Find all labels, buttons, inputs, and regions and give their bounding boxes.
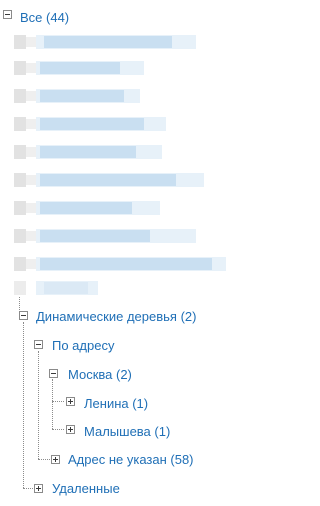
tree-node-label[interactable]: Ленина (1) (84, 396, 148, 411)
list-item (14, 87, 236, 105)
tree-connector (23, 322, 24, 488)
tree-node-label[interactable]: По адресу (52, 338, 114, 353)
collapse-icon[interactable] (49, 369, 58, 378)
list-item (14, 279, 236, 297)
tree-connector (52, 379, 53, 429)
list-item (14, 227, 236, 245)
tree-node-label[interactable]: Все (44) (20, 10, 69, 25)
list-item (14, 143, 236, 161)
tree-connector (38, 351, 39, 459)
tree-node-label[interactable]: Удаленные (52, 481, 120, 496)
tree-node-label[interactable]: Малышева (1) (84, 424, 170, 439)
collapse-icon[interactable] (34, 340, 43, 349)
tree-connector (52, 429, 64, 430)
list-item (14, 59, 236, 77)
list-item (14, 199, 236, 217)
collapse-icon[interactable] (3, 10, 12, 19)
obscured-tree-items (14, 33, 236, 295)
tree-connector (23, 488, 33, 489)
tree-node-label[interactable]: Адрес не указан (58) (68, 452, 194, 467)
list-item (14, 171, 236, 189)
tree-connector (38, 459, 50, 460)
expand-icon[interactable] (51, 455, 60, 464)
list-item (14, 33, 236, 51)
expand-icon[interactable] (34, 484, 43, 493)
collapse-icon[interactable] (19, 311, 28, 320)
expand-icon[interactable] (66, 397, 75, 406)
expand-icon[interactable] (66, 425, 75, 434)
list-item (14, 115, 236, 133)
tree-node-label[interactable]: Москва (2) (68, 367, 132, 382)
tree-node-label[interactable]: Динамические деревья (2) (36, 309, 196, 324)
tree-connector (52, 401, 64, 402)
list-item (14, 255, 236, 273)
